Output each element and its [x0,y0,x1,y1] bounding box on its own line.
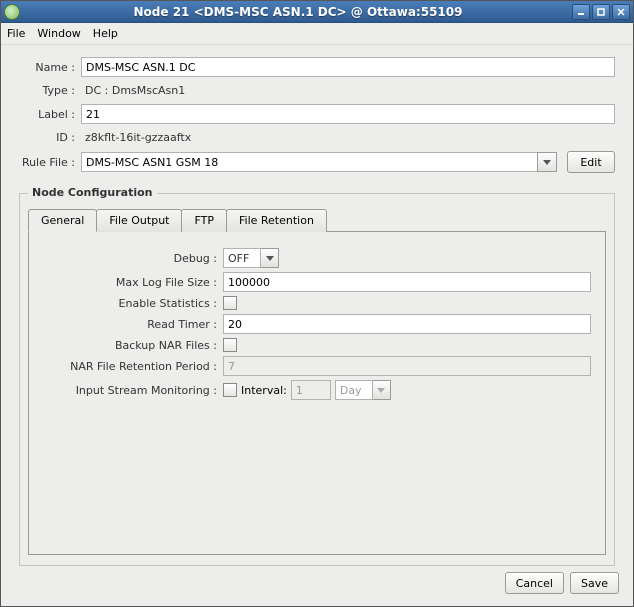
debug-combo[interactable]: OFF [223,248,279,268]
titlebar: Node 21 <DMS-MSC ASN.1 DC> @ Ottawa:5510… [1,1,633,23]
tabs: General File Output FTP File Retention [28,208,606,231]
window-title: Node 21 <DMS-MSC ASN.1 DC> @ Ottawa:5510… [24,5,572,19]
tab-general[interactable]: General [28,209,97,232]
tab-ftp[interactable]: FTP [181,209,227,232]
content-area: Name : Type : DC : DmsMscAsn1 Label : ID… [1,45,633,572]
rulefile-combo[interactable] [81,152,557,172]
save-button[interactable]: Save [570,572,619,594]
node-editor-window: Node 21 <DMS-MSC ASN.1 DC> @ Ottawa:5510… [0,0,634,607]
chevron-down-icon [266,256,274,261]
monitoring-unit-combo: Day [335,380,391,400]
menubar: File Window Help [1,23,633,45]
chevron-down-icon [543,160,551,165]
menu-file[interactable]: File [7,27,25,40]
retention-input [223,356,591,376]
node-configuration-group: Node Configuration General File Output F… [19,193,615,566]
node-configuration-legend: Node Configuration [28,186,157,199]
stats-checkbox[interactable] [223,296,237,310]
label-input[interactable] [81,104,615,124]
backup-checkbox[interactable] [223,338,237,352]
stats-label: Enable Statistics : [43,297,223,310]
maximize-button[interactable] [592,4,610,20]
chevron-down-icon [377,388,385,393]
close-button[interactable] [612,4,630,20]
monitoring-label: Input Stream Monitoring : [43,384,223,397]
rulefile-value[interactable] [81,152,537,172]
monitoring-unit-value: Day [335,380,373,400]
backup-label: Backup NAR Files : [43,339,223,352]
debug-dropdown-button[interactable] [261,248,279,268]
monitoring-unit-dropdown-button [373,380,391,400]
minimize-button[interactable] [572,4,590,20]
type-value: DC : DmsMscAsn1 [81,81,615,100]
edit-button[interactable]: Edit [567,151,615,173]
debug-label: Debug : [43,252,223,265]
maxlog-input[interactable] [223,272,591,292]
menu-help[interactable]: Help [93,27,118,40]
monitoring-checkbox[interactable] [223,383,237,397]
menu-window[interactable]: Window [37,27,80,40]
tab-file-retention[interactable]: File Retention [226,209,327,232]
rulefile-label: Rule File : [19,156,81,169]
maxlog-label: Max Log File Size : [43,276,223,289]
label-label: Label : [19,108,81,121]
monitoring-interval-label: Interval: [241,384,287,397]
name-label: Name : [19,61,81,74]
app-icon [4,4,20,20]
tab-file-output[interactable]: File Output [96,209,182,232]
retention-label: NAR File Retention Period : [43,360,223,373]
debug-value: OFF [223,248,261,268]
id-label: ID : [19,131,81,144]
tab-body-general: Debug : OFF Max Log File Size : Enable S… [28,231,606,555]
monitoring-interval-input [291,380,331,400]
readtimer-label: Read Timer : [43,318,223,331]
readtimer-input[interactable] [223,314,591,334]
rulefile-dropdown-button[interactable] [537,152,557,172]
id-value: z8kflt-16it-gzzaaftx [81,128,615,147]
cancel-button[interactable]: Cancel [505,572,564,594]
name-input[interactable] [81,57,615,77]
type-label: Type : [19,84,81,97]
footer-buttons: Cancel Save [1,572,633,606]
